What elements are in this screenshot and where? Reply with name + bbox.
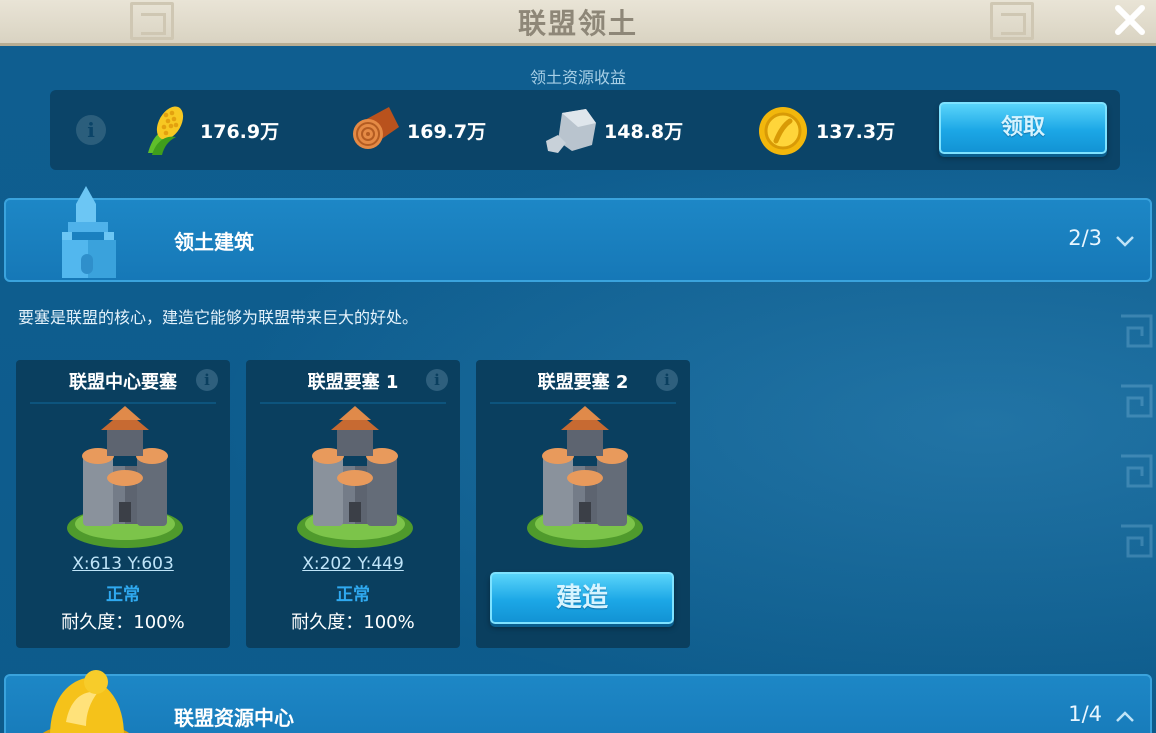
title-bar: 联盟领土 (0, 0, 1156, 46)
wood-amount: 169.7万 (407, 120, 487, 143)
income-caption: 领土资源收益 (529, 68, 626, 87)
card-divider (260, 402, 446, 404)
chevron-down-icon[interactable] (1114, 230, 1136, 252)
fortress-coordinates-link[interactable]: X:202 Y:449 (246, 554, 460, 574)
gold-statue-icon (43, 670, 129, 733)
fortress-status: 正常 (106, 585, 140, 605)
corn-icon (148, 106, 184, 155)
gold-amount: 137.3万 (816, 120, 896, 143)
buildings-count: 2/3 (1068, 226, 1102, 250)
card-divider (490, 402, 676, 404)
territory-panel: 领土资源收益 i 176.9万 169.7万 148.8万 137.3万 领取 … (0, 46, 1156, 733)
close-icon[interactable] (1112, 2, 1148, 38)
claim-button[interactable]: 领取 (939, 102, 1107, 154)
info-icon[interactable]: i (426, 369, 448, 391)
buildings-section-header[interactable]: 领土建筑 2/3 (4, 186, 1152, 282)
info-icon[interactable]: i (76, 115, 106, 145)
card-divider (30, 402, 216, 404)
fortress-image (67, 406, 183, 548)
fortress-durability: 耐久度：100% (61, 612, 185, 633)
fortress-status: 正常 (336, 585, 370, 605)
fret-side-ornament (1121, 314, 1153, 558)
fortress-image (297, 406, 413, 548)
buildings-description: 要塞是联盟的核心，建造它能够为联盟带来巨大的好处。 (18, 308, 419, 327)
tower-icon (62, 186, 116, 278)
stone-amount: 148.8万 (604, 120, 684, 143)
window-title: 联盟领土 (517, 7, 638, 40)
fortress-durability: 耐久度：100% (291, 612, 415, 633)
stone-icon (546, 109, 596, 153)
resource-stone: 148.8万 (542, 98, 683, 162)
buildings-section-title: 领土建筑 (174, 230, 254, 254)
info-icon[interactable]: i (656, 369, 678, 391)
fortress-coordinates-link[interactable]: X:613 Y:603 (16, 554, 230, 574)
fortress-card-1: 联盟要塞 1 i X:202 Y:449 正常 耐久度：100% (246, 360, 460, 648)
resource-center-title: 联盟资源中心 (174, 706, 294, 730)
fortress-card-center: 联盟中心要塞 i X:613 Y:603 正常 耐久度：100% (16, 360, 230, 648)
build-button[interactable]: 建造 (490, 572, 674, 624)
fortress-card-2: 联盟要塞 2 i 建造 (476, 360, 690, 648)
info-icon[interactable]: i (196, 369, 218, 391)
resource-income-bar: i 176.9万 169.7万 148.8万 137.3万 领取 (50, 90, 1120, 170)
food-amount: 176.9万 (200, 120, 280, 143)
resource-center-section-header[interactable]: 联盟资源中心 1/4 (4, 670, 1152, 733)
resource-gold: 137.3万 (754, 98, 895, 162)
resource-wood: 169.7万 (345, 98, 486, 162)
chevron-up-icon[interactable] (1114, 706, 1136, 728)
log-icon (353, 107, 399, 149)
resource-center-count: 1/4 (1068, 702, 1102, 726)
fortress-image (527, 406, 643, 548)
gold-coin-icon (759, 107, 807, 155)
resource-food: 176.9万 (138, 98, 279, 162)
